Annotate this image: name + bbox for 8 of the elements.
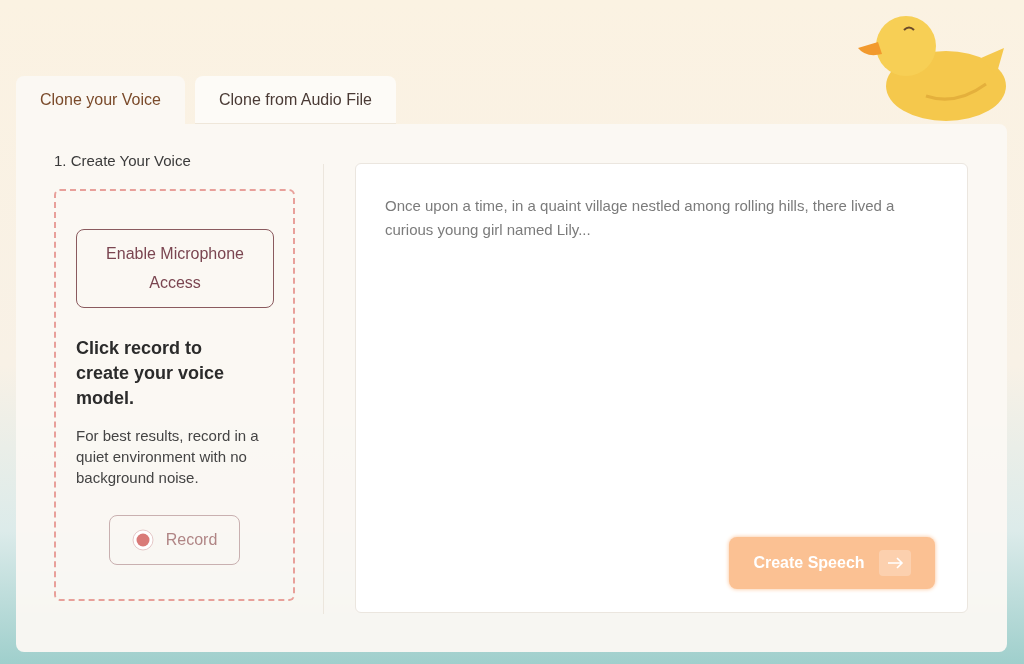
record-icon — [131, 528, 154, 551]
record-hint: For best results, record in a quiet environment with no background noise. — [76, 425, 260, 488]
tab[interactable]: Clone your Voice — [16, 76, 185, 124]
arrow-right-icon — [878, 550, 911, 576]
record-heading: Click record to create your voice model. — [76, 336, 226, 410]
enable-microphone-button[interactable]: Enable Microphone Access — [76, 228, 274, 308]
step-title: 1. Create Your Voice — [54, 151, 192, 171]
tab[interactable]: Clone from Audio File — [194, 76, 396, 124]
